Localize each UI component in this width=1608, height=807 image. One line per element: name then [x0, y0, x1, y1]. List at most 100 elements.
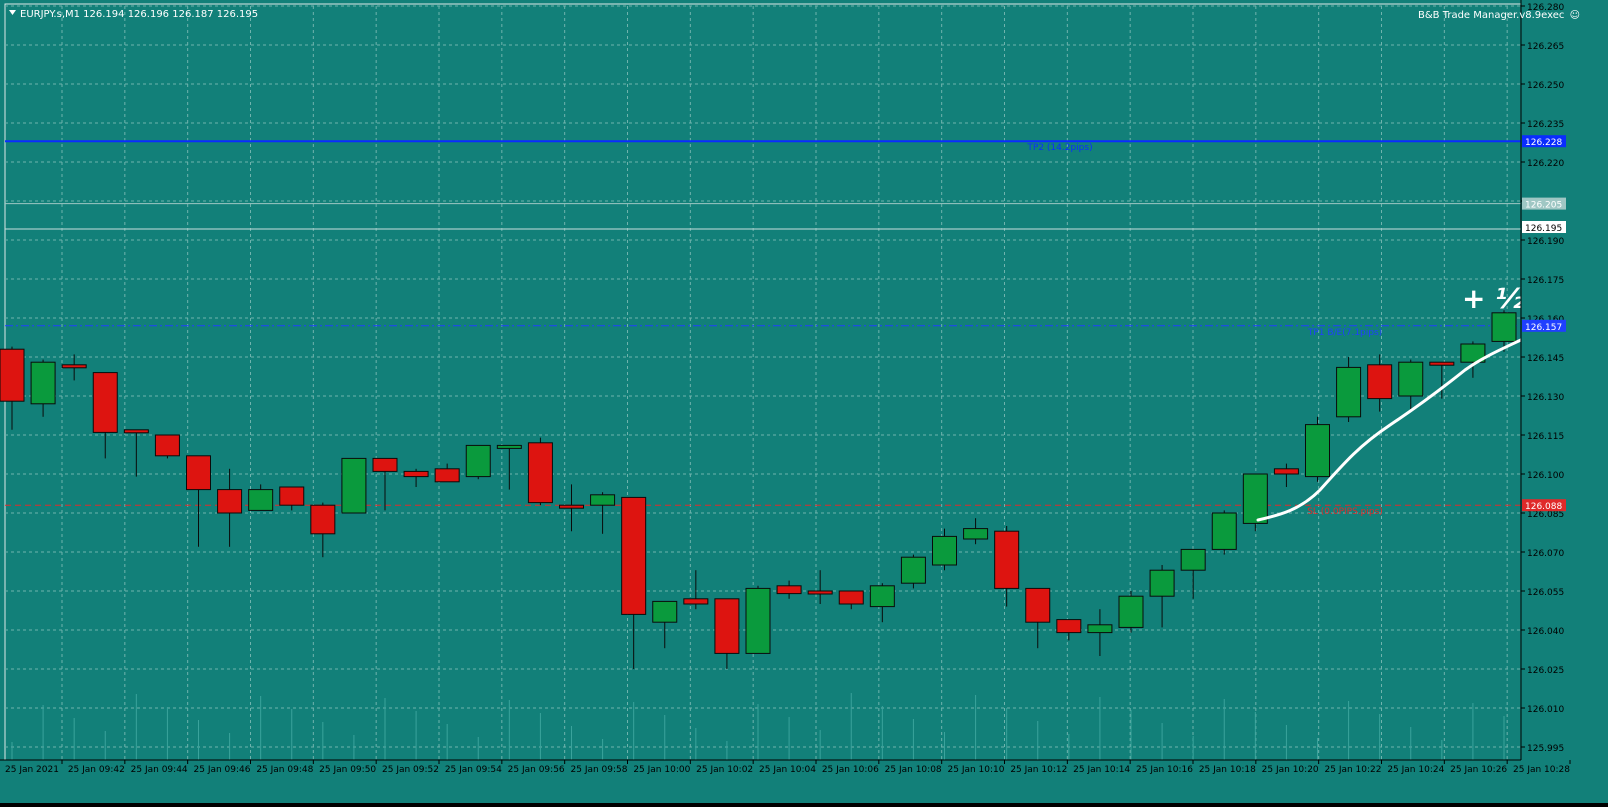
candle-body-bear	[403, 470, 429, 478]
candle	[154, 434, 180, 459]
x-tick-label: 25 Jan 10:00	[633, 765, 690, 775]
x-tick-label: 25 Jan 09:58	[571, 765, 628, 775]
candle	[1211, 510, 1237, 555]
candle-body-bull	[1087, 624, 1113, 634]
y-tick-label: 126.145	[1527, 354, 1564, 364]
candle-body-bull	[1242, 473, 1268, 524]
x-tick-label: 25 Jan 10:16	[1136, 765, 1193, 775]
smiley-icon: ☺	[1570, 10, 1580, 21]
candle-body-bear	[1273, 468, 1299, 475]
x-tick-label: 25 Jan 10:18	[1199, 765, 1256, 775]
y-tick-label: 126.265	[1527, 42, 1564, 52]
candle-body-bear	[154, 434, 180, 457]
candle	[341, 457, 367, 514]
ask-price-badge: 126.205	[1525, 201, 1562, 211]
candle-body-bull	[932, 535, 957, 566]
candle-body-bear	[714, 598, 740, 654]
candle-body-bull	[963, 528, 989, 540]
x-tick-label: 25 Jan 09:44	[131, 765, 188, 775]
candle-body-bear	[61, 364, 87, 369]
candle-body-bear	[559, 504, 584, 509]
x-tick-label: 25 Jan 10:10	[948, 765, 1005, 775]
candle	[465, 444, 491, 480]
candle-body-bear	[1429, 361, 1455, 366]
x-tick-label: 25 Jan 10:28	[1513, 765, 1570, 775]
y-tick-label: 126.220	[1527, 159, 1564, 169]
candle-body-bear	[1056, 619, 1082, 634]
candle-body-bull	[1211, 512, 1237, 550]
candle-body-bear	[807, 590, 833, 595]
candle-body-bear	[0, 348, 25, 402]
candle-body-bear	[776, 585, 802, 595]
candle-body-bull	[1398, 361, 1424, 397]
candle-body-bull	[1305, 424, 1330, 478]
candle-body-bull	[1118, 595, 1144, 628]
x-tick-label: 25 Jan 10:22	[1325, 765, 1382, 775]
level-price-badge-sl: 126.088	[1525, 502, 1562, 512]
y-tick-label: 126.130	[1527, 393, 1564, 403]
candle-body-bull	[652, 600, 678, 623]
candle-body-bear	[434, 468, 460, 483]
candle	[1305, 416, 1330, 482]
candle-body-bull	[341, 457, 367, 514]
bid-price-badge: 126.195	[1525, 224, 1562, 234]
candle	[527, 437, 553, 506]
candle-body-bull	[496, 444, 522, 449]
y-tick-label: 126.055	[1527, 588, 1564, 598]
candle-body-bear	[186, 455, 211, 491]
y-tick-label: 126.190	[1527, 237, 1564, 247]
x-tick-label: 25 Jan 10:14	[1073, 765, 1130, 775]
candle-body-bull	[869, 585, 895, 608]
x-tick-label: 25 Jan 10:08	[885, 765, 942, 775]
ea-label: B&B Trade Manager.v8.9exec ☺	[1418, 10, 1580, 21]
candle-body-bear	[527, 442, 553, 504]
chart-background	[0, 0, 1608, 803]
y-tick-label: 126.175	[1527, 276, 1564, 286]
symbol-info: EURJPY.s,M1 126.194 126.196 126.187 126.…	[20, 9, 258, 20]
candle	[1118, 591, 1144, 633]
x-tick-label: 25 Jan 10:20	[1262, 765, 1319, 775]
y-tick-label: 126.115	[1527, 432, 1564, 442]
y-tick-label: 126.100	[1527, 471, 1564, 481]
chart-window[interactable]: TP2 (14.2pips) TP1 B/E(7.1pips) SL (0.0PIP…	[0, 0, 1608, 803]
candle-body-bull	[590, 494, 616, 506]
candle-body-bull	[1336, 366, 1362, 418]
x-tick-label: 25 Jan 09:48	[256, 765, 313, 775]
x-tick-label: 25 Jan 10:24	[1387, 765, 1444, 775]
candle-body-bear	[621, 496, 647, 615]
candle-body-bear	[838, 590, 864, 605]
x-tick-label: 25 Jan 10:02	[696, 765, 753, 775]
x-tick-label: 25 Jan 10:12	[1010, 765, 1067, 775]
candle-body-bear	[92, 372, 118, 433]
candle-body-bear	[1025, 587, 1051, 623]
level-label-sl: SL (0.0PIPS.pips)	[1307, 507, 1383, 517]
x-tick-label: 25 Jan 09:46	[194, 765, 251, 775]
y-tick-label: 126.010	[1527, 705, 1564, 715]
price-chart[interactable]: TP2 (14.2pips) TP1 B/E(7.1pips) SL (0.0PIP…	[0, 0, 1608, 803]
candle-body-bull	[30, 361, 56, 405]
ea-name: B&B Trade Manager.v8.9exec	[1418, 10, 1564, 21]
level-price-badge-tp2: 126.228	[1525, 138, 1562, 148]
candle-body-bear	[279, 486, 305, 506]
x-tick-label: 25 Jan 09:42	[68, 765, 125, 775]
level-price-badge-tp1: 126.157	[1525, 323, 1562, 333]
candle-body-bull	[745, 587, 771, 654]
candle-body-bear	[217, 489, 243, 514]
candle-body-bear	[123, 429, 149, 434]
x-tick-label: 25 Jan 2021	[5, 765, 59, 775]
y-tick-label: 126.070	[1527, 549, 1564, 559]
y-tick-label: 126.250	[1527, 81, 1564, 91]
candle-body-bear	[310, 504, 336, 535]
x-tick-label: 25 Jan 09:52	[382, 765, 439, 775]
candle-body-bull	[1491, 312, 1517, 342]
level-label-tp1: TP1 B/E(7.1pips)	[1307, 328, 1382, 338]
x-tick-label: 25 Jan 10:26	[1450, 765, 1507, 775]
candle-body-bull	[1180, 548, 1206, 571]
candle	[745, 585, 771, 654]
candle-body-bear	[683, 598, 709, 605]
y-tick-label: 126.025	[1527, 666, 1564, 676]
y-tick-label: 125.995	[1527, 744, 1564, 754]
x-tick-label: 25 Jan 09:56	[508, 765, 565, 775]
candle-body-bear	[994, 530, 1020, 589]
candle-body-bull	[1149, 569, 1175, 597]
